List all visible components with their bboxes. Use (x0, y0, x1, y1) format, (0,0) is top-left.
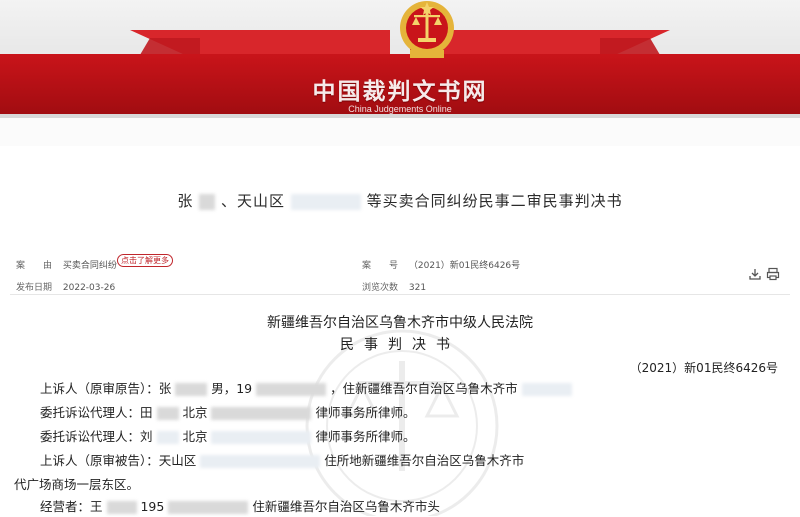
party-text: 北京 (182, 429, 208, 444)
learn-more-link[interactable]: 点击了解更多 (117, 254, 173, 267)
party-text: 195 (140, 499, 165, 514)
cause-label: 案 由 (16, 261, 53, 271)
site-subtitle: China Judgements Online (348, 104, 452, 114)
save-icon[interactable] (748, 267, 762, 281)
case-number: （2021）新01民终6426号 (629, 361, 778, 375)
court-name: 新疆维吾尔自治区乌鲁木齐市中级人民法院 (267, 315, 533, 331)
party-text: ，住新疆维吾尔自治区乌鲁木齐市 (330, 381, 518, 396)
party-line: 上诉人（原审原告）：张 男，19 ，住新疆维吾尔自治区乌鲁木齐市 (40, 378, 572, 397)
party-text: 男，19 (211, 381, 253, 396)
party-line: 上诉人（原审被告）：天山区 住所地新疆维吾尔自治区乌鲁木齐市 (40, 450, 524, 469)
party-line: 经营者：王 195 住新疆维吾尔自治区乌鲁木齐市头 (40, 496, 440, 515)
document-type: 民事判决书 (340, 337, 460, 353)
party-text: 律师事务所律师。 (315, 405, 416, 420)
redaction-block (168, 501, 249, 514)
redaction-block (156, 431, 179, 444)
redaction-block (200, 455, 321, 468)
redaction-block (175, 383, 208, 396)
redaction-block (106, 501, 137, 514)
party-text: 经营者：王 (40, 499, 103, 514)
document-title: 张 、天山区 等买卖合同纠纷民事二审民事判决书 (0, 190, 800, 211)
party-text: 住新疆维吾尔自治区乌鲁木齐市头 (252, 499, 440, 514)
publish-date-label: 发布日期 (16, 283, 53, 293)
party-text: 上诉人（原审被告）：天山区 (40, 453, 197, 468)
view-count-label: 浏览次数 (362, 283, 399, 293)
case-number-label: 案 号 (362, 261, 399, 271)
redaction-block (211, 407, 312, 420)
judgement-document: 张 、天山区 等买卖合同纠纷民事二审民事判决书 案 由 买卖合同纠纷 点击了解更… (0, 146, 800, 517)
party-text: 委托诉讼代理人：刘 (40, 429, 153, 444)
view-count-row: 浏览次数 321 (362, 280, 426, 293)
publish-date-value: 2022-03-26 (62, 283, 116, 293)
party-line: 代广场商场一层东区。 (14, 474, 139, 493)
case-number-row: 案 号 （2021）新01民终6426号 (362, 258, 520, 271)
cause-value: 买卖合同纠纷 (62, 261, 117, 271)
party-line: 委托诉讼代理人：刘 北京 律师事务所律师。 (40, 426, 415, 445)
title-part-3: 等买卖合同纠纷民事二审民事判决书 (366, 192, 623, 210)
view-count-value: 321 (408, 283, 427, 293)
redaction-block (199, 193, 216, 210)
redaction-block (256, 383, 327, 396)
redaction-block (290, 193, 361, 210)
party-text: 委托诉讼代理人：田 (40, 405, 153, 420)
redaction-block (521, 383, 572, 396)
site-header-banner: 中国裁判文书网 China Judgements Online (0, 0, 800, 118)
divider (10, 294, 790, 295)
party-text: 代广场商场一层东区。 (14, 477, 140, 492)
cause-row: 案 由 买卖合同纠纷 (16, 258, 117, 271)
publish-date-row: 发布日期 2022-03-26 (16, 280, 115, 293)
redaction-block (211, 431, 312, 444)
print-icon[interactable] (766, 267, 780, 281)
party-line: 委托诉讼代理人：田 北京 律师事务所律师。 (40, 402, 415, 421)
spacer (0, 118, 800, 146)
title-part-1: 张 (177, 192, 194, 210)
title-part-2: 、天山区 (220, 192, 285, 210)
party-text: 北京 (182, 405, 208, 420)
party-text: 住所地新疆维吾尔自治区乌鲁木齐市 (324, 453, 525, 468)
case-number-value: （2021）新01民终6426号 (408, 261, 521, 271)
redaction-block (156, 407, 179, 420)
court-emblem-icon (400, 1, 454, 58)
site-title: 中国裁判文书网 (312, 79, 488, 105)
party-text: 律师事务所律师。 (315, 429, 416, 444)
party-text: 上诉人（原审原告）：张 (40, 381, 172, 396)
